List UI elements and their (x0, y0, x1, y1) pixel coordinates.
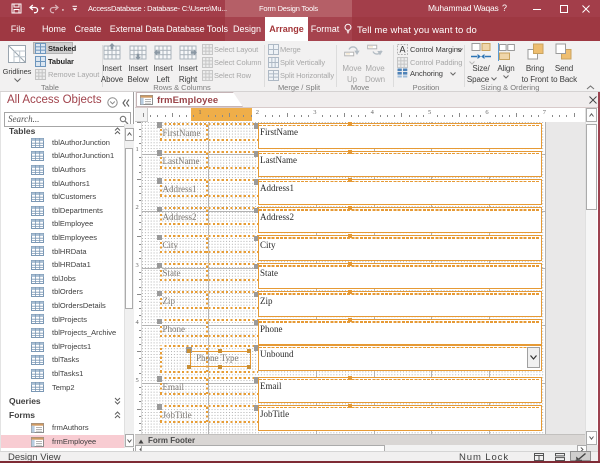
svg-text:A: A (399, 44, 405, 54)
